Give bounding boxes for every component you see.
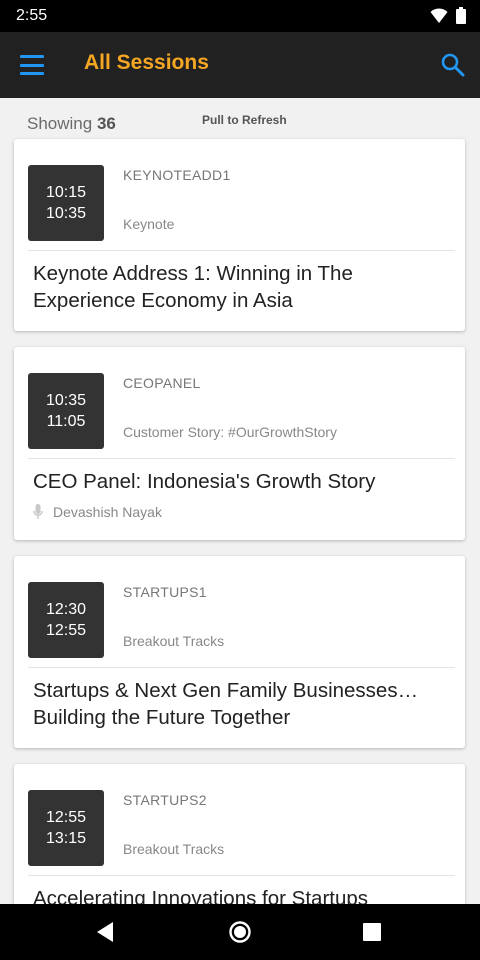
session-title: CEO Panel: Indonesia's Growth Story xyxy=(33,470,376,493)
page-title: All Sessions xyxy=(84,51,209,74)
session-card[interactable]: 12:30 12:55 STARTUPS1 Breakout Tracks St… xyxy=(14,556,465,748)
session-track: Breakout Tracks xyxy=(123,841,225,857)
speaker: Devashish Nayak xyxy=(33,504,162,520)
menu-button[interactable] xyxy=(18,53,46,77)
list-header: Showing 36 Pull to Refresh xyxy=(0,98,480,138)
battery-icon xyxy=(456,7,466,24)
session-title: Startups & Next Gen Family Businesses… B… xyxy=(33,679,419,729)
session-title: Keynote Address 1: Winning in The Experi… xyxy=(33,262,353,312)
menu-icon-line xyxy=(20,72,44,75)
end-time: 10:35 xyxy=(45,205,87,222)
home-icon[interactable] xyxy=(228,920,252,944)
start-time: 12:55 xyxy=(45,809,87,826)
time-box: 10:15 10:35 xyxy=(28,165,104,241)
showing-label: Showing xyxy=(27,114,93,133)
microphone-icon xyxy=(33,504,43,519)
session-track: Keynote xyxy=(123,216,175,232)
session-count: Showing 36 xyxy=(27,114,116,134)
session-code: CEOPANEL xyxy=(123,375,201,391)
time-box: 12:55 13:15 xyxy=(28,790,104,866)
session-code: KEYNOTEADD1 xyxy=(123,167,231,183)
back-icon[interactable] xyxy=(95,921,115,943)
app-bar: All Sessions xyxy=(0,32,480,98)
session-code: STARTUPS1 xyxy=(123,584,207,600)
session-code: STARTUPS2 xyxy=(123,792,207,808)
session-card[interactable]: 10:35 11:05 CEOPANEL Customer Story: #Ou… xyxy=(14,347,465,540)
navigation-bar xyxy=(0,904,480,960)
wifi-icon xyxy=(430,7,448,23)
pull-to-refresh-hint: Pull to Refresh xyxy=(202,113,287,127)
end-time: 11:05 xyxy=(46,413,86,430)
start-time: 12:30 xyxy=(45,601,87,618)
menu-icon-line xyxy=(20,55,44,58)
recents-icon[interactable] xyxy=(363,923,381,941)
divider xyxy=(28,875,455,876)
time-box: 12:30 12:55 xyxy=(28,582,104,658)
session-track: Breakout Tracks xyxy=(123,633,225,649)
session-track: Customer Story: #OurGrowthStory xyxy=(123,424,337,440)
speaker-name: Devashish Nayak xyxy=(53,504,162,520)
search-icon[interactable] xyxy=(440,52,466,78)
divider xyxy=(28,667,455,668)
status-icons xyxy=(430,7,466,24)
divider xyxy=(28,458,455,459)
end-time: 13:15 xyxy=(45,830,87,847)
end-time: 12:55 xyxy=(45,622,87,639)
status-bar: 2:55 xyxy=(0,0,480,32)
time-box: 10:35 11:05 xyxy=(28,373,104,449)
start-time: 10:15 xyxy=(45,184,87,201)
start-time: 10:35 xyxy=(45,392,87,409)
divider xyxy=(28,250,455,251)
status-time: 2:55 xyxy=(16,7,48,24)
session-card[interactable]: 10:15 10:35 KEYNOTEADD1 Keynote Keynote … xyxy=(14,139,465,331)
menu-icon-line xyxy=(20,63,44,67)
count-value: 36 xyxy=(96,114,116,133)
